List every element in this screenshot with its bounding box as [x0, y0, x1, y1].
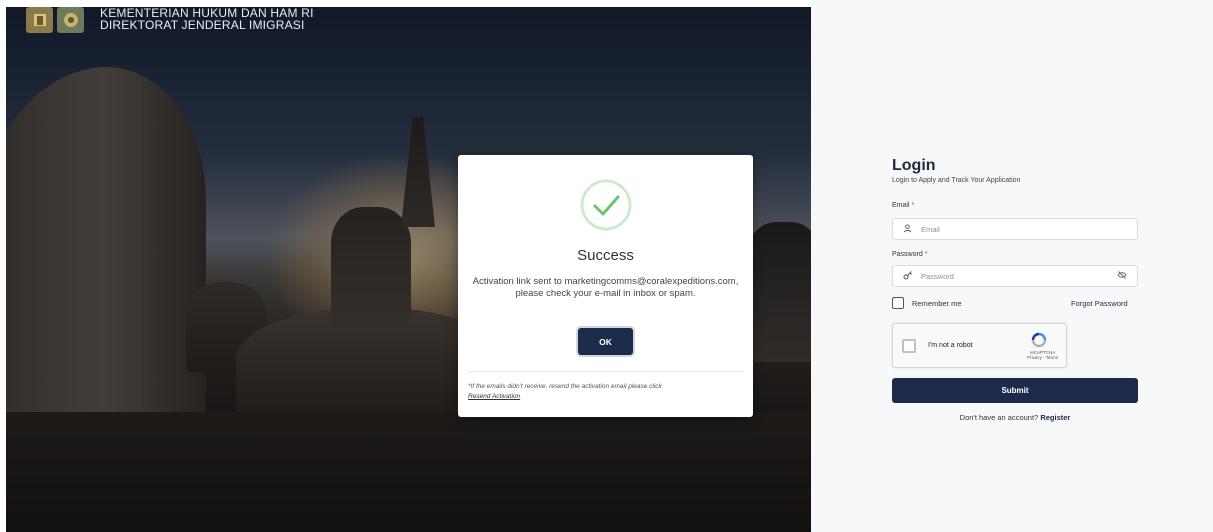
modal-title: Success	[577, 247, 634, 264]
modal-message: Activation link sent to marketingcomms@c…	[472, 276, 739, 299]
resend-activation-link[interactable]: Resend Activation	[468, 393, 520, 400]
modal-note: *If the emails didn't receive, resend th…	[468, 383, 662, 400]
captcha-label: I'm not a robot	[928, 342, 973, 349]
login-panel: Login Login to Apply and Track Your Appl…	[811, 0, 1213, 532]
brand-logo	[26, 7, 84, 33]
password-label: Password *	[892, 251, 928, 258]
email-label: Email *	[892, 202, 915, 209]
brand-header: KEMENTERIAN HUKUM DAN HAM RI DIREKTORAT …	[26, 7, 314, 33]
email-placeholder: Email	[921, 224, 940, 234]
captcha-checkbox[interactable]	[902, 339, 916, 353]
immigration-emblem-icon	[57, 7, 84, 33]
submit-button[interactable]: Submit	[892, 378, 1138, 403]
password-placeholder: Password	[921, 271, 954, 281]
login-title: Login	[892, 157, 936, 174]
recaptcha-widget: I'm not a robot reCAPTCHA Privacy - Term…	[892, 323, 1067, 368]
register-link[interactable]: Register	[1040, 413, 1070, 422]
register-prompt: Don't have an account? Register	[959, 413, 1071, 422]
brand-line-2: DIREKTORAT JENDERAL IMIGRASI	[100, 18, 305, 32]
success-modal: Success Activation link sent to marketin…	[458, 155, 753, 417]
recaptcha-icon	[1031, 332, 1047, 348]
user-icon	[903, 223, 915, 235]
password-field[interactable]: Password	[892, 265, 1138, 287]
remember-checkbox[interactable]	[892, 297, 904, 309]
forgot-password-link[interactable]: Forgot Password	[1071, 299, 1128, 308]
remember-me[interactable]: Remember me	[892, 297, 962, 309]
ok-button[interactable]: OK	[578, 328, 633, 355]
success-check-icon	[580, 179, 632, 231]
ministry-emblem-icon	[26, 7, 53, 33]
eye-off-icon[interactable]	[1117, 270, 1127, 282]
remember-label: Remember me	[912, 298, 962, 308]
recaptcha-brand: reCAPTCHA Privacy - Terms	[1027, 350, 1058, 360]
login-subtitle: Login to Apply and Track Your Applicatio…	[892, 177, 1021, 184]
email-field[interactable]: Email	[892, 218, 1138, 240]
modal-divider	[468, 371, 743, 372]
key-icon	[903, 270, 915, 282]
